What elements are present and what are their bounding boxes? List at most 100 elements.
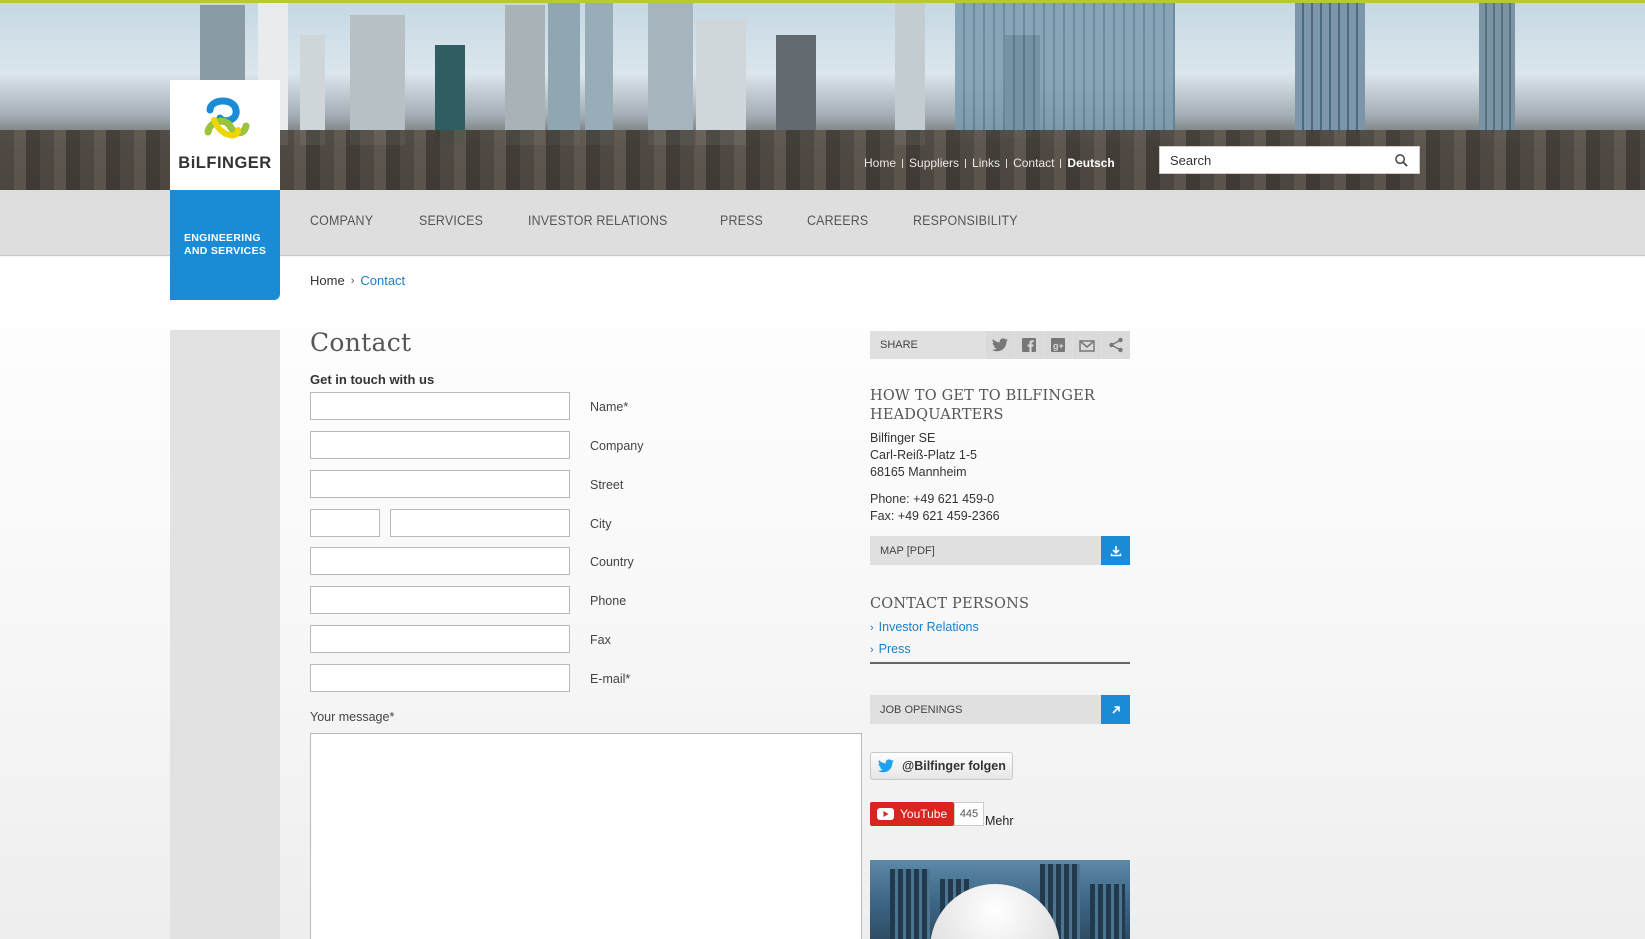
tagline-line-2: AND SERVICES <box>184 245 267 257</box>
company-input[interactable] <box>311 432 569 458</box>
nav-responsibility[interactable]: RESPONSIBILITY <box>913 213 1018 228</box>
email-label: E-mail* <box>590 672 631 686</box>
hq-fax: Fax: +49 621 459-2366 <box>870 509 1000 523</box>
brand-tagline-overlay: ENGINEERING AND SERVICES <box>170 190 280 300</box>
message-label: Your message* <box>310 710 395 724</box>
fax-input[interactable] <box>311 626 569 652</box>
contact-link-investor-relations[interactable]: › Investor Relations <box>870 620 979 634</box>
search-icon[interactable] <box>1394 153 1409 168</box>
chevron-right-icon: › <box>870 644 874 656</box>
contact-link-label: Press <box>878 642 911 656</box>
youtube-subscribe-button[interactable]: YouTube <box>870 802 954 826</box>
form-subtitle: Get in touch with us <box>310 372 435 387</box>
phone-field-box <box>310 586 570 614</box>
street-label: Street <box>590 478 624 492</box>
nav-investor-relations[interactable]: INVESTOR RELATIONS <box>528 213 668 228</box>
email-field-box <box>310 664 570 692</box>
teaser-image[interactable] <box>870 860 1130 939</box>
twitter-icon[interactable] <box>986 331 1014 359</box>
share-label: SHARE <box>880 339 918 351</box>
nav-careers[interactable]: CAREERS <box>807 213 868 228</box>
logo[interactable]: BiLFINGER <box>170 80 280 190</box>
chevron-right-icon: › <box>350 274 355 287</box>
job-openings-label: JOB OPENINGS <box>880 704 963 716</box>
download-icon <box>1101 536 1130 565</box>
street-input[interactable] <box>311 471 569 497</box>
logo-wordmark: BiLFINGER <box>178 154 272 172</box>
facebook-icon[interactable] <box>1015 331 1043 359</box>
topnav-suppliers-link[interactable]: Suppliers <box>909 156 959 170</box>
topnav-links-link[interactable]: Links <box>972 156 1000 170</box>
company-label: Company <box>590 439 644 453</box>
message-box <box>310 733 862 939</box>
email-icon[interactable] <box>1073 331 1101 359</box>
job-openings-button[interactable]: JOB OPENINGS <box>870 695 1130 724</box>
top-utility-nav: Home Suppliers Links Contact Deutsch <box>864 154 1115 172</box>
nav-press[interactable]: PRESS <box>720 213 763 228</box>
headquarters-contact: Phone: +49 621 459-0 Fax: +49 621 459-23… <box>870 491 1000 525</box>
topnav-language-link[interactable]: Deutsch <box>1067 156 1114 170</box>
topnav-contact-link[interactable]: Contact <box>1013 156 1054 170</box>
section-divider <box>870 662 1130 664</box>
country-label: Country <box>590 555 634 569</box>
zip-field-box <box>310 509 380 537</box>
city-input[interactable] <box>391 510 569 536</box>
city-label: City <box>590 517 612 531</box>
topnav-home-link[interactable]: Home <box>864 156 896 170</box>
breadcrumb: Home › Contact <box>310 273 405 288</box>
twitter-bird-icon <box>878 758 894 772</box>
twitter-follow-label: @Bilfinger folgen <box>902 759 1006 773</box>
share-bar: SHARE g+ <box>870 331 1130 359</box>
message-textarea[interactable] <box>311 734 861 939</box>
share-icon[interactable] <box>1102 331 1130 359</box>
email-input[interactable] <box>311 665 569 691</box>
twitter-follow-button[interactable]: @Bilfinger folgen <box>870 752 1013 780</box>
youtube-play-icon <box>877 808 894 820</box>
search-input[interactable] <box>1170 152 1385 168</box>
topnav-separator <box>1006 158 1008 168</box>
breadcrumb-home[interactable]: Home <box>310 273 345 288</box>
svg-text:g+: g+ <box>1053 341 1064 351</box>
google-plus-icon[interactable]: g+ <box>1044 331 1072 359</box>
chevron-right-icon: › <box>870 622 874 634</box>
nav-services[interactable]: SERVICES <box>419 213 483 228</box>
page-title: Contact <box>310 328 412 357</box>
search-box <box>1159 146 1420 174</box>
tagline-line-1: ENGINEERING <box>184 232 261 244</box>
fax-label: Fax <box>590 633 611 647</box>
phone-label: Phone <box>590 594 627 608</box>
topnav-separator <box>965 158 967 168</box>
bilfinger-logo-icon <box>204 97 250 139</box>
hq-company-name: Bilfinger SE <box>870 431 936 445</box>
map-pdf-button[interactable]: MAP [PDF] <box>870 536 1130 565</box>
country-input[interactable] <box>311 548 569 574</box>
hq-city: 68165 Mannheim <box>870 465 967 479</box>
zip-input[interactable] <box>311 510 379 536</box>
headquarters-title-line-2: HEADQUARTERS <box>870 407 1004 423</box>
map-pdf-label: MAP [PDF] <box>880 545 935 557</box>
headquarters-title: HOW TO GET TO BILFINGER HEADQUARTERS <box>870 387 1095 425</box>
country-field-box <box>310 547 570 575</box>
company-field-box <box>310 431 570 459</box>
external-arrow-icon <box>1101 695 1130 724</box>
youtube-label: YouTube <box>900 807 948 821</box>
name-input[interactable] <box>311 393 569 419</box>
contact-link-label: Investor Relations <box>878 620 979 634</box>
left-sidebar <box>170 330 280 939</box>
headquarters-address: Bilfinger SE Carl-Reiß-Platz 1-5 68165 M… <box>870 430 977 481</box>
name-label: Name* <box>590 400 629 414</box>
breadcrumb-current[interactable]: Contact <box>360 273 405 288</box>
hq-phone: Phone: +49 621 459-0 <box>870 492 995 506</box>
hq-street: Carl-Reiß-Platz 1-5 <box>870 448 977 462</box>
fax-field-box <box>310 625 570 653</box>
contact-link-press[interactable]: › Press <box>870 642 911 656</box>
topnav-separator <box>902 158 904 168</box>
street-field-box <box>310 470 570 498</box>
city-field-box <box>390 509 570 537</box>
headquarters-title-line-1: HOW TO GET TO BILFINGER <box>870 388 1096 404</box>
phone-input[interactable] <box>311 587 569 613</box>
topnav-separator <box>1060 158 1062 168</box>
youtube-subscriber-count: 445 <box>954 802 984 826</box>
mehr-link[interactable]: Mehr <box>985 814 1013 828</box>
nav-company[interactable]: COMPANY <box>310 213 373 228</box>
